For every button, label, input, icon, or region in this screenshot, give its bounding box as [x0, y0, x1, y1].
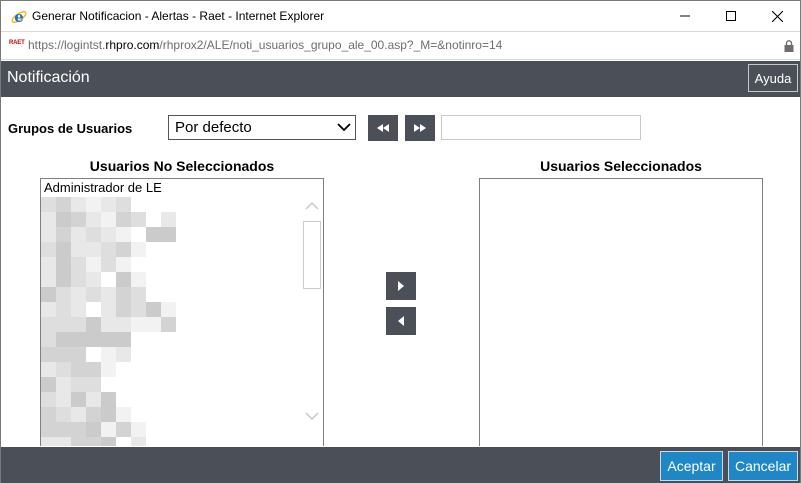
groups-select-value: Por defecto — [175, 119, 252, 136]
list-scrollbar[interactable] — [301, 179, 323, 446]
chevron-up-icon[interactable] — [305, 201, 319, 211]
selected-users-list[interactable] — [479, 178, 763, 446]
groups-select[interactable]: Por defecto — [168, 115, 356, 140]
groups-label: Grupos de Usuarios — [8, 121, 133, 136]
close-icon — [771, 10, 783, 22]
arrow-right-icon — [398, 281, 404, 291]
lock-icon[interactable] — [784, 39, 794, 57]
page-header: Notificación Ayuda — [1, 61, 800, 97]
maximize-button[interactable] — [708, 1, 754, 31]
double-arrow-right-icon — [414, 124, 426, 132]
double-arrow-left-icon — [377, 124, 389, 132]
list-item[interactable]: Administrador de LE — [44, 180, 162, 195]
dialog-window: e Generar Notificacion - Alertas - Raet … — [0, 0, 801, 483]
cancel-button[interactable]: Cancelar — [728, 451, 798, 481]
scrollbar-thumb[interactable] — [303, 221, 321, 289]
prev-group-button[interactable] — [368, 115, 398, 141]
dialog-footer: Aceptar Cancelar — [1, 447, 800, 483]
add-user-button[interactable] — [386, 272, 416, 300]
title-bar: e Generar Notificacion - Alertas - Raet … — [1, 1, 800, 31]
internet-explorer-icon: e — [10, 8, 28, 26]
arrow-left-icon — [398, 316, 404, 326]
page-title: Notificación — [7, 69, 90, 86]
selected-users-title: Usuarios Seleccionados — [540, 158, 702, 174]
url-text[interactable]: https://logintst.rhpro.com/rhprox2/ALE/n… — [28, 38, 502, 52]
unselected-users-list[interactable]: Administrador de LE — [40, 178, 324, 446]
window-title: Generar Notificacion - Alertas - Raet - … — [32, 9, 325, 23]
chevron-down-icon — [336, 120, 352, 139]
maximize-icon — [726, 11, 736, 21]
groups-search-input[interactable] — [441, 115, 641, 140]
next-group-button[interactable] — [405, 115, 435, 141]
redacted-user-entries — [41, 197, 301, 446]
svg-text:e: e — [14, 8, 24, 26]
unselected-users-title: Usuarios No Seleccionados — [89, 158, 275, 174]
site-favicon: RAET — [9, 40, 25, 46]
minimize-button[interactable] — [662, 1, 708, 31]
address-bar[interactable]: RAET https://logintst.rhpro.com/rhprox2/… — [1, 31, 800, 60]
accept-button[interactable]: Aceptar — [660, 451, 723, 481]
remove-user-button[interactable] — [386, 307, 416, 335]
minimize-icon — [680, 15, 690, 17]
help-button[interactable]: Ayuda — [748, 64, 798, 92]
close-button[interactable] — [754, 1, 800, 31]
chevron-down-icon[interactable] — [305, 411, 319, 421]
